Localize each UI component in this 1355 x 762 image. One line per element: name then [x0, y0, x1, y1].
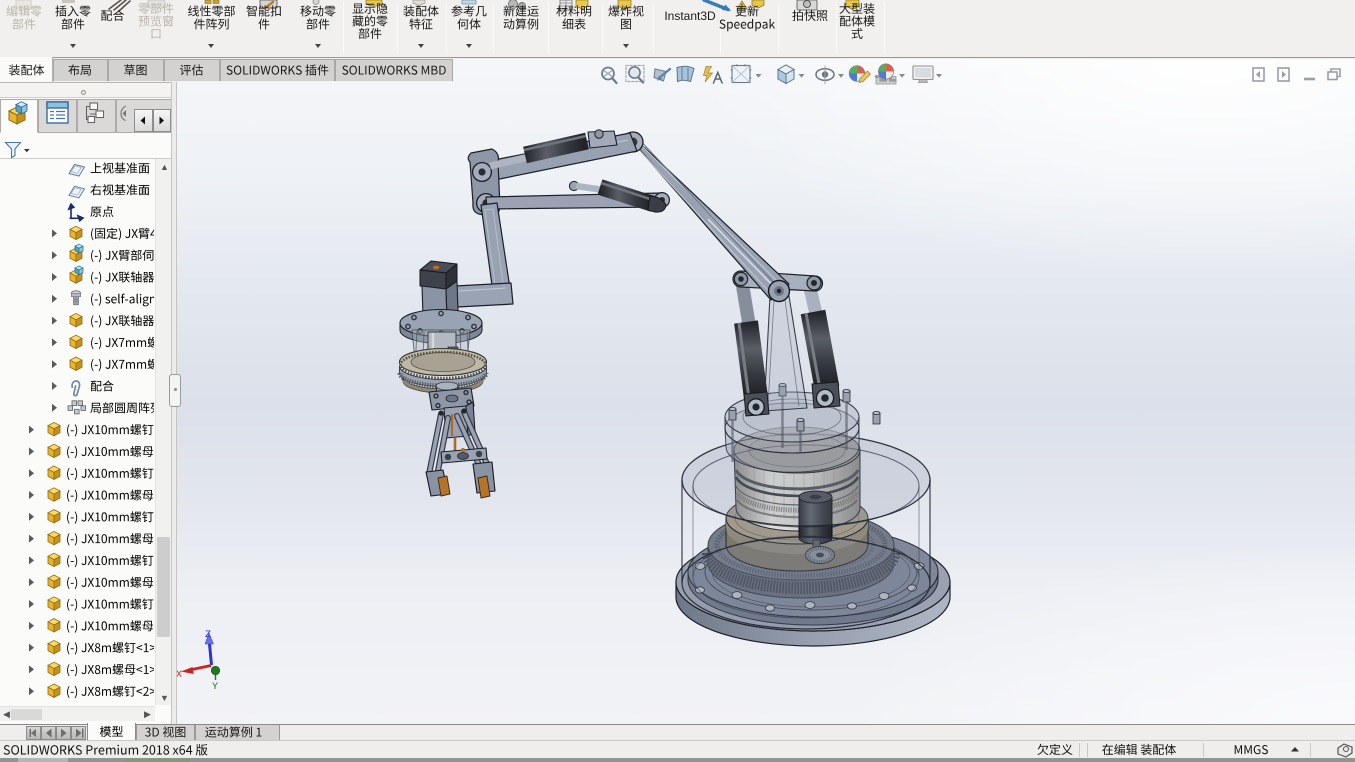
svg-text:Z: Z — [205, 630, 211, 641]
svg-text:Y: Y — [212, 682, 218, 693]
